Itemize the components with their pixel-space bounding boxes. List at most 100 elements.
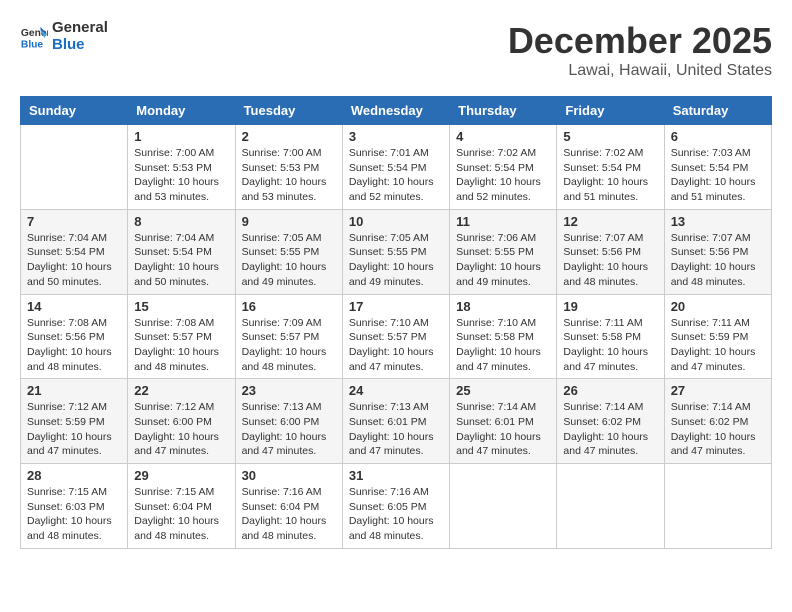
day-info: Sunrise: 7:01 AMSunset: 5:54 PMDaylight:… <box>349 146 443 205</box>
calendar-empty-cell <box>450 464 557 549</box>
day-number: 28 <box>27 468 121 483</box>
calendar-day-cell: 19 Sunrise: 7:11 AMSunset: 5:58 PMDayligh… <box>557 294 664 379</box>
location-title: Lawai, Hawaii, United States <box>508 62 772 80</box>
day-info: Sunrise: 7:13 AMSunset: 6:00 PMDaylight:… <box>242 400 336 459</box>
day-number: 7 <box>27 214 121 229</box>
weekday-header-saturday: Saturday <box>664 97 771 125</box>
day-info: Sunrise: 7:05 AMSunset: 5:55 PMDaylight:… <box>242 231 336 290</box>
day-info: Sunrise: 7:02 AMSunset: 5:54 PMDaylight:… <box>563 146 657 205</box>
calendar-day-cell: 14 Sunrise: 7:08 AMSunset: 5:56 PMDayligh… <box>21 294 128 379</box>
day-info: Sunrise: 7:16 AMSunset: 6:04 PMDaylight:… <box>242 485 336 544</box>
calendar-day-cell: 22Sunrise: 7:12 AMSunset: 6:00 PMDayligh… <box>128 379 235 464</box>
day-info: Sunrise: 7:00 AMSunset: 5:53 PMDaylight:… <box>134 146 228 205</box>
weekday-header-friday: Friday <box>557 97 664 125</box>
day-info: Sunrise: 7:14 AMSunset: 6:01 PMDaylight:… <box>456 400 550 459</box>
logo-general-text: General <box>52 20 108 37</box>
day-number: 24 <box>349 383 443 398</box>
day-number: 14 <box>27 299 121 314</box>
day-info: Sunrise: 7:11 AMSunset: 5:59 PMDaylight:… <box>671 316 765 375</box>
day-info: Sunrise: 7:08 AMSunset: 5:57 PMDaylight:… <box>134 316 228 375</box>
calendar-day-cell: 13 Sunrise: 7:07 AMSunset: 5:56 PMDayligh… <box>664 209 771 294</box>
calendar-empty-cell <box>21 125 128 210</box>
day-number: 2 <box>242 129 336 144</box>
day-info: Sunrise: 7:16 AMSunset: 6:05 PMDaylight:… <box>349 485 443 544</box>
weekday-header-sunday: Sunday <box>21 97 128 125</box>
calendar-day-cell: 5Sunrise: 7:02 AMSunset: 5:54 PMDaylight… <box>557 125 664 210</box>
day-number: 4 <box>456 129 550 144</box>
day-number: 12 <box>563 214 657 229</box>
calendar-day-cell: 31 Sunrise: 7:16 AMSunset: 6:05 PMDayligh… <box>342 464 449 549</box>
day-number: 26 <box>563 383 657 398</box>
calendar-week-row: 28 Sunrise: 7:15 AMSunset: 6:03 PMDayligh… <box>21 464 772 549</box>
logo-icon: General Blue <box>20 23 48 51</box>
calendar-day-cell: 8Sunrise: 7:04 AMSunset: 5:54 PMDaylight… <box>128 209 235 294</box>
weekday-header-monday: Monday <box>128 97 235 125</box>
month-title: December 2025 <box>508 20 772 62</box>
day-info: Sunrise: 7:06 AMSunset: 5:55 PMDaylight:… <box>456 231 550 290</box>
day-number: 29 <box>134 468 228 483</box>
title-area: December 2025 Lawai, Hawaii, United Stat… <box>508 20 772 80</box>
day-info: Sunrise: 7:04 AMSunset: 5:54 PMDaylight:… <box>27 231 121 290</box>
day-info: Sunrise: 7:00 AMSunset: 5:53 PMDaylight:… <box>242 146 336 205</box>
day-info: Sunrise: 7:04 AMSunset: 5:54 PMDaylight:… <box>134 231 228 290</box>
day-info: Sunrise: 7:10 AMSunset: 5:57 PMDaylight:… <box>349 316 443 375</box>
calendar-day-cell: 10Sunrise: 7:05 AMSunset: 5:55 PMDayligh… <box>342 209 449 294</box>
day-info: Sunrise: 7:15 AMSunset: 6:04 PMDaylight:… <box>134 485 228 544</box>
calendar-day-cell: 16 Sunrise: 7:09 AMSunset: 5:57 PMDayligh… <box>235 294 342 379</box>
day-number: 15 <box>134 299 228 314</box>
day-number: 9 <box>242 214 336 229</box>
calendar-day-cell: 18Sunrise: 7:10 AMSunset: 5:58 PMDayligh… <box>450 294 557 379</box>
day-info: Sunrise: 7:10 AMSunset: 5:58 PMDaylight:… <box>456 316 550 375</box>
logo: General Blue General Blue <box>20 20 108 53</box>
calendar-day-cell: 11 Sunrise: 7:06 AMSunset: 5:55 PMDayligh… <box>450 209 557 294</box>
calendar-day-cell: 6 Sunrise: 7:03 AMSunset: 5:54 PMDaylight… <box>664 125 771 210</box>
day-number: 13 <box>671 214 765 229</box>
calendar-day-cell: 2 Sunrise: 7:00 AMSunset: 5:53 PMDaylight… <box>235 125 342 210</box>
calendar-day-cell: 29 Sunrise: 7:15 AMSunset: 6:04 PMDayligh… <box>128 464 235 549</box>
day-number: 25 <box>456 383 550 398</box>
page-header: General Blue General Blue December 2025 … <box>20 20 772 80</box>
calendar-day-cell: 15 Sunrise: 7:08 AMSunset: 5:57 PMDayligh… <box>128 294 235 379</box>
day-info: Sunrise: 7:05 AMSunset: 5:55 PMDaylight:… <box>349 231 443 290</box>
day-info: Sunrise: 7:11 AMSunset: 5:58 PMDaylight:… <box>563 316 657 375</box>
day-number: 27 <box>671 383 765 398</box>
calendar-day-cell: 3Sunrise: 7:01 AMSunset: 5:54 PMDaylight… <box>342 125 449 210</box>
logo-blue-text: Blue <box>52 37 108 54</box>
calendar-day-cell: 9 Sunrise: 7:05 AMSunset: 5:55 PMDaylight… <box>235 209 342 294</box>
calendar-day-cell: 4 Sunrise: 7:02 AMSunset: 5:54 PMDaylight… <box>450 125 557 210</box>
day-number: 30 <box>242 468 336 483</box>
day-info: Sunrise: 7:14 AMSunset: 6:02 PMDaylight:… <box>671 400 765 459</box>
day-info: Sunrise: 7:02 AMSunset: 5:54 PMDaylight:… <box>456 146 550 205</box>
day-number: 11 <box>456 214 550 229</box>
day-info: Sunrise: 7:07 AMSunset: 5:56 PMDaylight:… <box>671 231 765 290</box>
calendar-day-cell: 28 Sunrise: 7:15 AMSunset: 6:03 PMDayligh… <box>21 464 128 549</box>
calendar-week-row: 1 Sunrise: 7:00 AMSunset: 5:53 PMDaylight… <box>21 125 772 210</box>
day-number: 1 <box>134 129 228 144</box>
day-info: Sunrise: 7:03 AMSunset: 5:54 PMDaylight:… <box>671 146 765 205</box>
calendar-day-cell: 30 Sunrise: 7:16 AMSunset: 6:04 PMDayligh… <box>235 464 342 549</box>
calendar-empty-cell <box>664 464 771 549</box>
day-info: Sunrise: 7:15 AMSunset: 6:03 PMDaylight:… <box>27 485 121 544</box>
calendar-day-cell: 7 Sunrise: 7:04 AMSunset: 5:54 PMDaylight… <box>21 209 128 294</box>
calendar-day-cell: 20Sunrise: 7:11 AMSunset: 5:59 PMDayligh… <box>664 294 771 379</box>
calendar-week-row: 7 Sunrise: 7:04 AMSunset: 5:54 PMDaylight… <box>21 209 772 294</box>
day-info: Sunrise: 7:13 AMSunset: 6:01 PMDaylight:… <box>349 400 443 459</box>
day-info: Sunrise: 7:07 AMSunset: 5:56 PMDaylight:… <box>563 231 657 290</box>
day-info: Sunrise: 7:09 AMSunset: 5:57 PMDaylight:… <box>242 316 336 375</box>
day-info: Sunrise: 7:08 AMSunset: 5:56 PMDaylight:… <box>27 316 121 375</box>
day-number: 17 <box>349 299 443 314</box>
weekday-header-thursday: Thursday <box>450 97 557 125</box>
day-number: 21 <box>27 383 121 398</box>
calendar-day-cell: 25 Sunrise: 7:14 AMSunset: 6:01 PMDayligh… <box>450 379 557 464</box>
day-number: 16 <box>242 299 336 314</box>
day-number: 31 <box>349 468 443 483</box>
calendar-day-cell: 1 Sunrise: 7:00 AMSunset: 5:53 PMDaylight… <box>128 125 235 210</box>
weekday-header-row: SundayMondayTuesdayWednesdayThursdayFrid… <box>21 97 772 125</box>
day-number: 6 <box>671 129 765 144</box>
calendar-day-cell: 27 Sunrise: 7:14 AMSunset: 6:02 PMDayligh… <box>664 379 771 464</box>
calendar-empty-cell <box>557 464 664 549</box>
calendar-week-row: 14 Sunrise: 7:08 AMSunset: 5:56 PMDayligh… <box>21 294 772 379</box>
day-number: 19 <box>563 299 657 314</box>
day-info: Sunrise: 7:14 AMSunset: 6:02 PMDaylight:… <box>563 400 657 459</box>
day-number: 22 <box>134 383 228 398</box>
